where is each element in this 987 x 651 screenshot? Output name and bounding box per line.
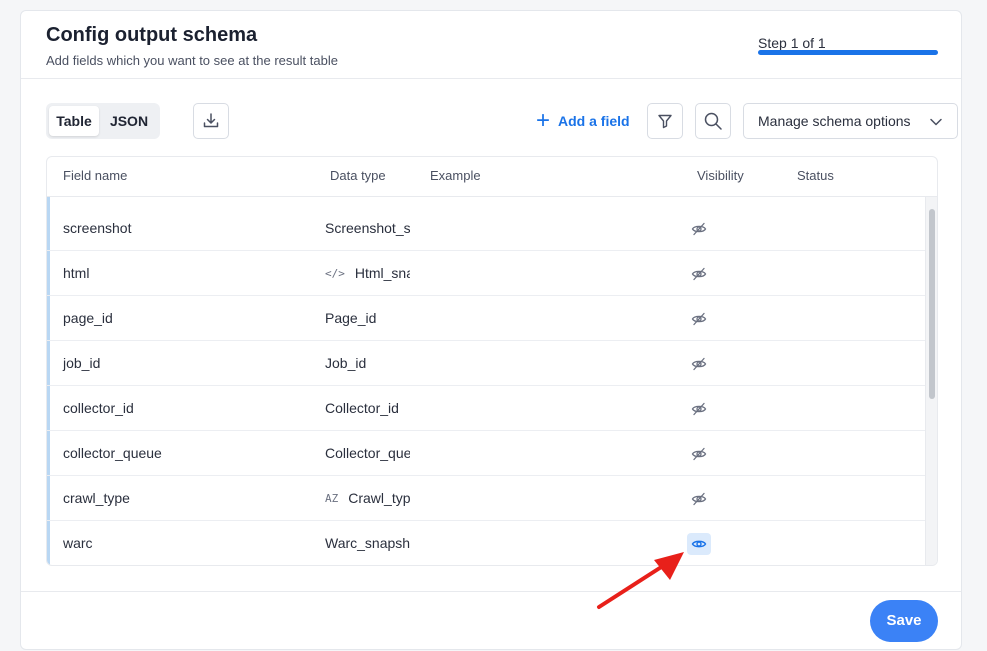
data-type-label: Screenshot_snapshot [325,220,410,236]
field-name: html [63,265,90,281]
filter-icon [658,114,672,129]
page-title: Config output schema [46,24,258,46]
table-row[interactable]: page_id Page_id [47,296,926,341]
data-type-label: Collector_id [325,400,399,416]
visibility-toggle[interactable] [687,353,711,375]
field-name: page_id [63,310,113,326]
search-button[interactable] [695,103,731,139]
table-row[interactable]: screenshot Screenshot_snapshot [47,206,926,251]
visibility-toggle[interactable] [687,443,711,465]
text-type-icon: AZ [325,491,339,505]
save-button[interactable]: Save [870,600,938,642]
footer: Save [21,591,961,651]
table-row[interactable]: warc Warc_snapshot [47,521,926,565]
schema-options-label: Manage schema options [758,113,911,129]
table-row[interactable]: crawl_type AZ Crawl_type [47,476,926,521]
field-name: collector_id [63,400,134,416]
eye-off-icon [691,447,707,461]
eye-off-icon [691,267,707,281]
visibility-toggle[interactable] [687,218,711,240]
eye-off-icon [691,222,707,236]
chevron-down-icon [930,118,942,126]
download-icon [203,113,219,128]
view-toggle: Table JSON [46,103,160,139]
data-type: AZ Crawl_type [325,490,410,506]
field-name: warc [63,535,93,551]
eye-off-icon [691,402,707,416]
data-type: Screenshot_snapshot [325,220,410,236]
field-name: screenshot [63,220,132,236]
eye-off-icon [691,357,707,371]
data-type: </> Html_snapshot [325,265,410,281]
tab-table[interactable]: Table [49,106,99,136]
visibility-toggle[interactable] [687,488,711,510]
add-field-label: Add a field [558,113,630,129]
toolbar: Table JSON + Add a field Manage schema o… [46,103,958,141]
scrollbar-thumb[interactable] [929,209,935,399]
field-name: crawl_type [63,490,130,506]
table-row[interactable]: collector_queue Collector_queue [47,431,926,476]
eye-off-icon [691,312,707,326]
visibility-toggle[interactable] [687,263,711,285]
data-type-label: Crawl_type [348,490,410,506]
column-status: Status [797,168,834,183]
eye-off-icon [691,492,707,506]
step-progress-bar [758,50,938,55]
eye-icon [691,540,707,548]
code-icon: </> [325,266,345,280]
table-header: Field name Data type Example Visibility … [47,157,937,197]
table-body: screenshot Screenshot_snapshot html </> H… [47,197,937,565]
data-type: Collector_queue [325,445,410,461]
data-type: Warc_snapshot [325,535,410,551]
column-data-type: Data type [330,168,386,183]
data-type-label: Job_id [325,355,367,371]
schema-config-card: Config output schema Add fields which yo… [20,10,962,650]
visibility-toggle[interactable] [687,308,711,330]
table-row[interactable]: job_id Job_id [47,341,926,386]
field-name: collector_queue [63,445,162,461]
column-visibility: Visibility [697,168,744,183]
annotation-arrow-icon [597,552,684,609]
manage-schema-options-select[interactable]: Manage schema options [743,103,958,139]
visibility-toggle[interactable] [687,533,711,555]
data-type: Page_id [325,310,410,326]
header: Config output schema Add fields which yo… [21,11,961,79]
column-example: Example [430,168,481,183]
visibility-toggle[interactable] [687,398,711,420]
data-type-label: Collector_queue [325,445,410,461]
filter-button[interactable] [647,103,683,139]
field-name: job_id [63,355,101,371]
step-indicator: Step 1 of 1 [758,35,826,51]
data-type-label: Html_snapshot [354,265,410,281]
data-type-label: Page_id [325,310,377,326]
data-type: Job_id [325,355,410,371]
schema-table: Field name Data type Example Visibility … [46,156,938,566]
plus-icon: + [536,107,551,134]
column-field-name: Field name [63,168,128,183]
table-row[interactable]: html </> Html_snapshot [47,251,926,296]
download-button[interactable] [193,103,229,139]
table-scrollbar[interactable] [925,197,937,565]
search-icon [704,112,722,130]
table-row[interactable]: collector_id Collector_id [47,386,926,431]
data-type-label: Warc_snapshot [325,535,410,551]
add-field-button[interactable]: + Add a field [536,103,630,139]
data-type: Collector_id [325,400,410,416]
tab-json[interactable]: JSON [103,106,155,136]
page-subtitle: Add fields which you want to see at the … [46,53,338,68]
